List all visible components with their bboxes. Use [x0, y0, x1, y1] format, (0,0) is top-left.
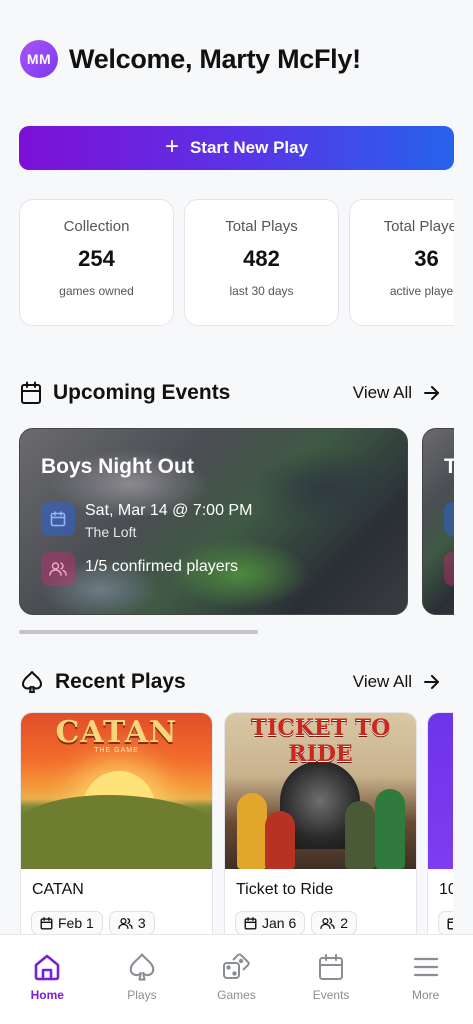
- play-game-name: 10: [439, 881, 453, 898]
- cover-title: CATAN: [55, 715, 178, 750]
- event-card[interactable]: Boys Night Out Sat, Mar 14 @ 7:00 PM The…: [19, 428, 408, 615]
- stat-value: 254: [78, 246, 115, 271]
- arrow-right-icon: [424, 675, 439, 689]
- tab-label: Games: [217, 988, 256, 1002]
- play-game-name: CATAN: [32, 881, 84, 898]
- tab-label: Events: [312, 988, 350, 1002]
- cover-title: TICKET TO RIDE: [250, 715, 391, 767]
- tab-games[interactable]: Games: [189, 935, 284, 1024]
- header: MM Welcome, Marty McFly!: [20, 40, 361, 78]
- play-date-chip: Feb 1: [31, 911, 103, 934]
- calendar-icon: [444, 502, 454, 536]
- stat-value: 482: [243, 246, 280, 271]
- game-cover-image: [428, 713, 453, 869]
- calendar-icon: [447, 917, 453, 929]
- users-icon: [320, 917, 335, 929]
- stat-card-collection[interactable]: Collection 254 games owned: [19, 199, 174, 326]
- events-carousel[interactable]: Boys Night Out Sat, Mar 14 @ 7:00 PM The…: [19, 428, 454, 616]
- tab-label: More: [412, 988, 440, 1002]
- menu-icon: [413, 957, 438, 977]
- tab-label: Home: [30, 988, 64, 1002]
- event-datetime: Sat, Mar 14 @ 7:00 PM: [85, 502, 253, 519]
- stat-label: Total Plays: [225, 218, 298, 235]
- arrow-right-icon: [424, 386, 439, 400]
- calendar-icon: [244, 916, 257, 929]
- spade-icon: [22, 671, 42, 693]
- stat-label: Total Players: [383, 218, 454, 235]
- tab-label: Plays: [127, 988, 157, 1002]
- play-date: Jan 6: [262, 915, 297, 931]
- stat-card-total-plays[interactable]: Total Plays 482 last 30 days: [184, 199, 339, 326]
- play-card[interactable]: TICKET TO RIDE Ticket to Ride Jan 6 2: [224, 712, 417, 934]
- game-cover-image: TICKET TO RIDE: [225, 713, 416, 869]
- play-players: 3: [137, 915, 146, 931]
- users-icon: [118, 917, 133, 929]
- event-datetime-row: Sat, Mar 14 @ 7:00 PM The Loft: [41, 502, 252, 540]
- stat-label: Collection: [63, 218, 130, 235]
- plus-icon: +: [164, 133, 179, 160]
- events-view-all-link[interactable]: View All: [353, 383, 440, 403]
- play-players-chip: 2: [311, 911, 358, 934]
- recent-plays-carousel[interactable]: CATAN THE GAME CATAN Feb 1 3 TICKET TO R…: [20, 712, 453, 934]
- stats-row[interactable]: Collection 254 games owned Total Plays 4…: [19, 199, 454, 327]
- stat-value: 36: [414, 246, 439, 271]
- avatar[interactable]: MM: [20, 40, 58, 78]
- play-date-chip: Jan 6: [235, 911, 306, 934]
- event-players-row: 1/5 confirmed players: [41, 552, 238, 586]
- recent-plays-header: Recent Plays View All: [20, 670, 440, 694]
- stat-sub: active players: [389, 284, 454, 298]
- play-card[interactable]: CATAN THE GAME CATAN Feb 1 3: [20, 712, 213, 934]
- upcoming-events-header: Upcoming Events View All: [20, 381, 440, 405]
- events-scrollbar[interactable]: [19, 630, 258, 634]
- view-all-label: View All: [352, 383, 412, 402]
- dice-icon: [223, 953, 251, 979]
- game-cover-image: CATAN THE GAME: [21, 713, 212, 869]
- event-title: Boys Night Out: [41, 455, 194, 478]
- stat-sub: games owned: [59, 284, 134, 298]
- stat-card-total-players[interactable]: Total Players 36 active players: [349, 199, 454, 326]
- section-title: Recent Plays: [55, 670, 186, 693]
- users-icon: [444, 552, 454, 586]
- tab-home[interactable]: Home: [0, 935, 95, 1024]
- calendar-icon: [21, 381, 41, 404]
- play-game-name: Ticket to Ride: [236, 881, 334, 898]
- cover-subtitle: THE GAME: [94, 747, 139, 754]
- tab-plays[interactable]: Plays: [95, 935, 190, 1024]
- start-new-play-label: Start New Play: [189, 138, 309, 157]
- play-date: Feb 1: [58, 915, 94, 931]
- tab-events[interactable]: Events: [284, 935, 379, 1024]
- home-icon: [34, 954, 60, 981]
- plays-view-all-link[interactable]: View All: [353, 672, 440, 692]
- users-icon: [41, 552, 75, 586]
- play-date-chip: [438, 911, 453, 934]
- event-players: 1/5 confirmed players: [85, 558, 238, 575]
- welcome-title: Welcome, Marty McFly!: [69, 43, 361, 74]
- calendar-icon: [40, 916, 53, 929]
- view-all-label: View All: [352, 672, 412, 691]
- event-location: The Loft: [85, 524, 137, 540]
- spade-icon: [129, 953, 155, 981]
- stat-sub: last 30 days: [229, 284, 294, 298]
- play-card[interactable]: 10: [427, 712, 453, 934]
- event-title: T: [444, 455, 454, 479]
- bottom-tab-bar: Home Plays Games Events More: [0, 934, 473, 1024]
- calendar-icon: [41, 502, 75, 536]
- start-new-play-button[interactable]: + Start New Play: [19, 126, 454, 170]
- section-title: Upcoming Events: [53, 381, 231, 404]
- tab-more[interactable]: More: [378, 935, 473, 1024]
- play-players-chip: 3: [108, 911, 155, 934]
- play-players: 2: [340, 915, 349, 931]
- calendar-icon: [319, 954, 344, 980]
- event-card[interactable]: T: [422, 428, 454, 615]
